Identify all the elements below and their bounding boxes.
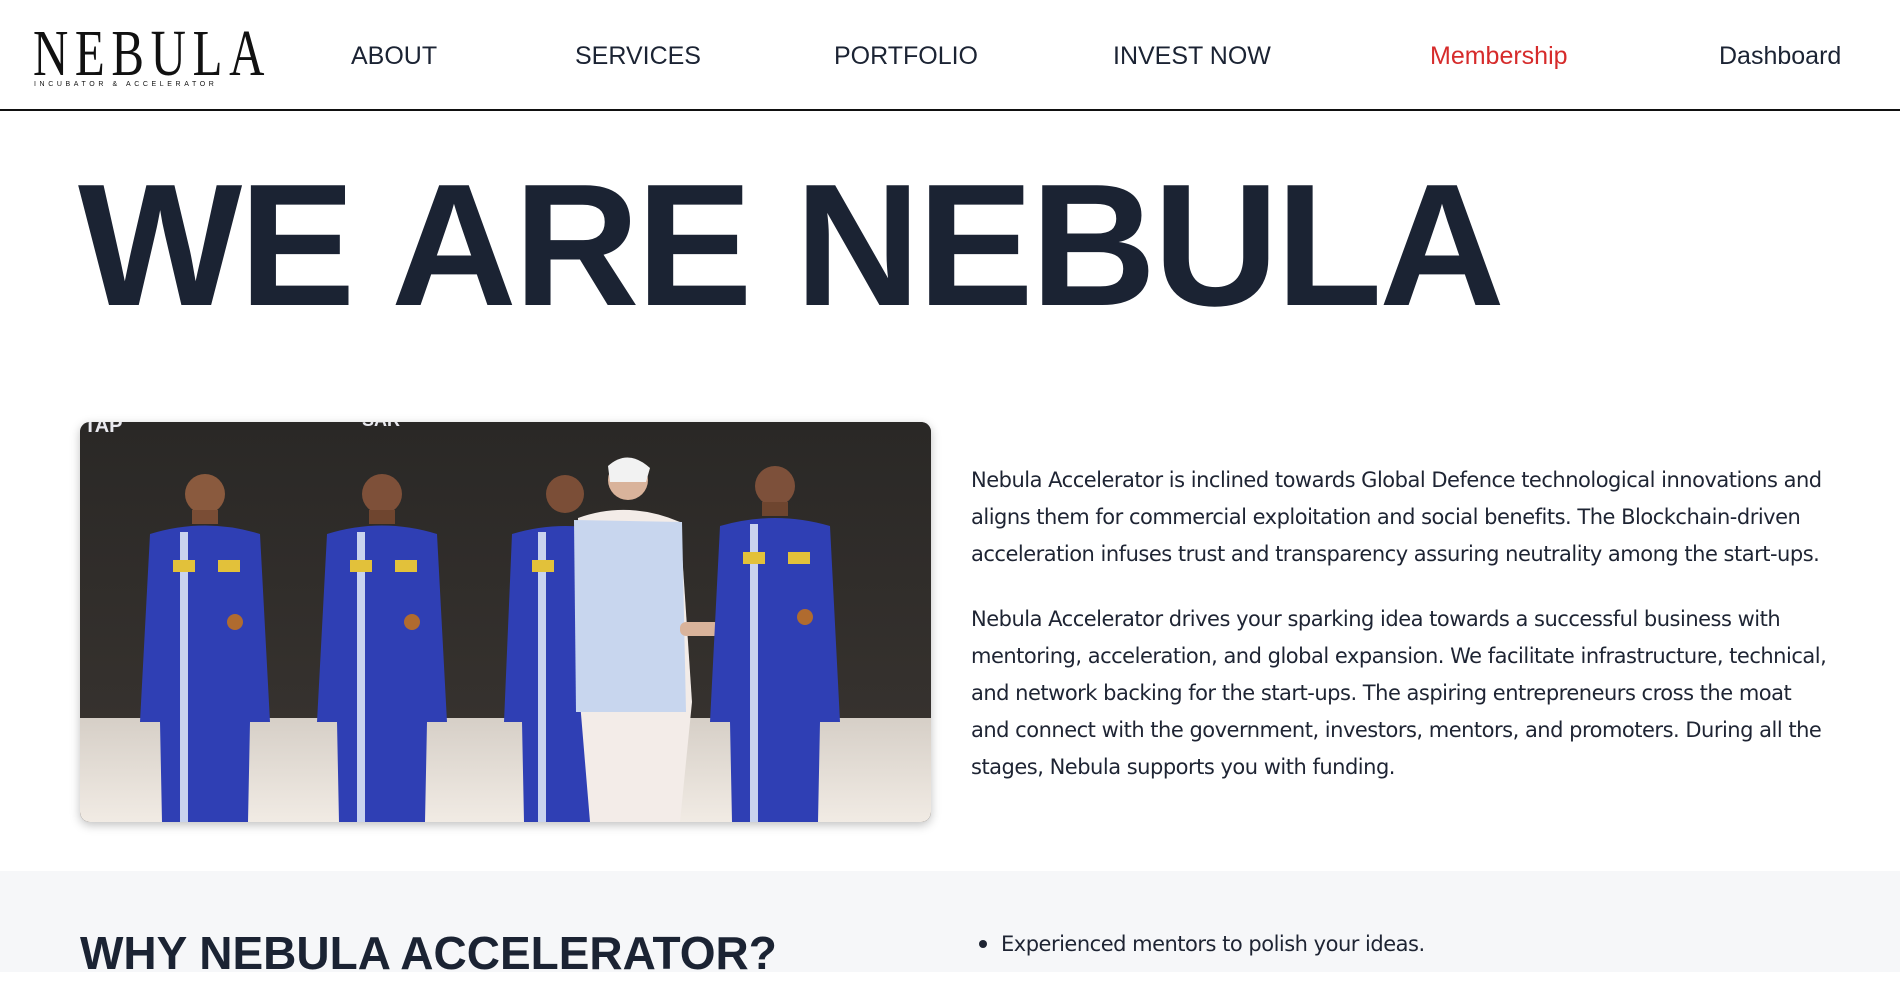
bullet-icon [979,940,987,948]
nav-portfolio[interactable]: PORTFOLIO [834,40,978,72]
logo-wordmark: NEBULA [33,17,272,90]
hero-title: WE ARE NEBULA [78,147,1505,342]
astronauts-photo: TAP SAR [80,422,931,822]
about-paragraph: Nebula Accelerator is inclined towards G… [971,468,1822,566]
why-nebula-list: Experienced mentors to polish your ideas… [975,929,1425,959]
site-header: NEBULA INCUBATOR & ACCELERATOR ABOUT SER… [0,0,1900,111]
nav-about[interactable]: ABOUT [351,40,437,72]
why-nebula-title: WHY NEBULA ACCELERATOR? [80,927,777,979]
backdrop-text-left: TAP [84,422,123,437]
backdrop-text-center: SAR [362,422,400,430]
why-nebula-section: WHY NEBULA ACCELERATOR? Experienced ment… [0,871,1900,979]
list-item-text: Experienced mentors to polish your ideas… [1001,932,1425,956]
list-item: Experienced mentors to polish your ideas… [975,929,1425,959]
nebula-logo[interactable]: NEBULA INCUBATOR & ACCELERATOR [33,21,264,91]
logo-tagline: INCUBATOR & ACCELERATOR [34,81,218,88]
nav-invest-now[interactable]: INVEST NOW [1113,40,1271,72]
nav-dashboard[interactable]: Dashboard [1719,40,1841,72]
nav-membership[interactable]: Membership [1430,40,1568,72]
photo-illustration: TAP SAR [80,422,931,822]
about-paragraph: Nebula Accelerator drives your sparking … [971,607,1827,779]
about-text-block: Nebula Accelerator is inclined towards G… [971,462,1831,814]
nav-services[interactable]: SERVICES [575,40,701,72]
